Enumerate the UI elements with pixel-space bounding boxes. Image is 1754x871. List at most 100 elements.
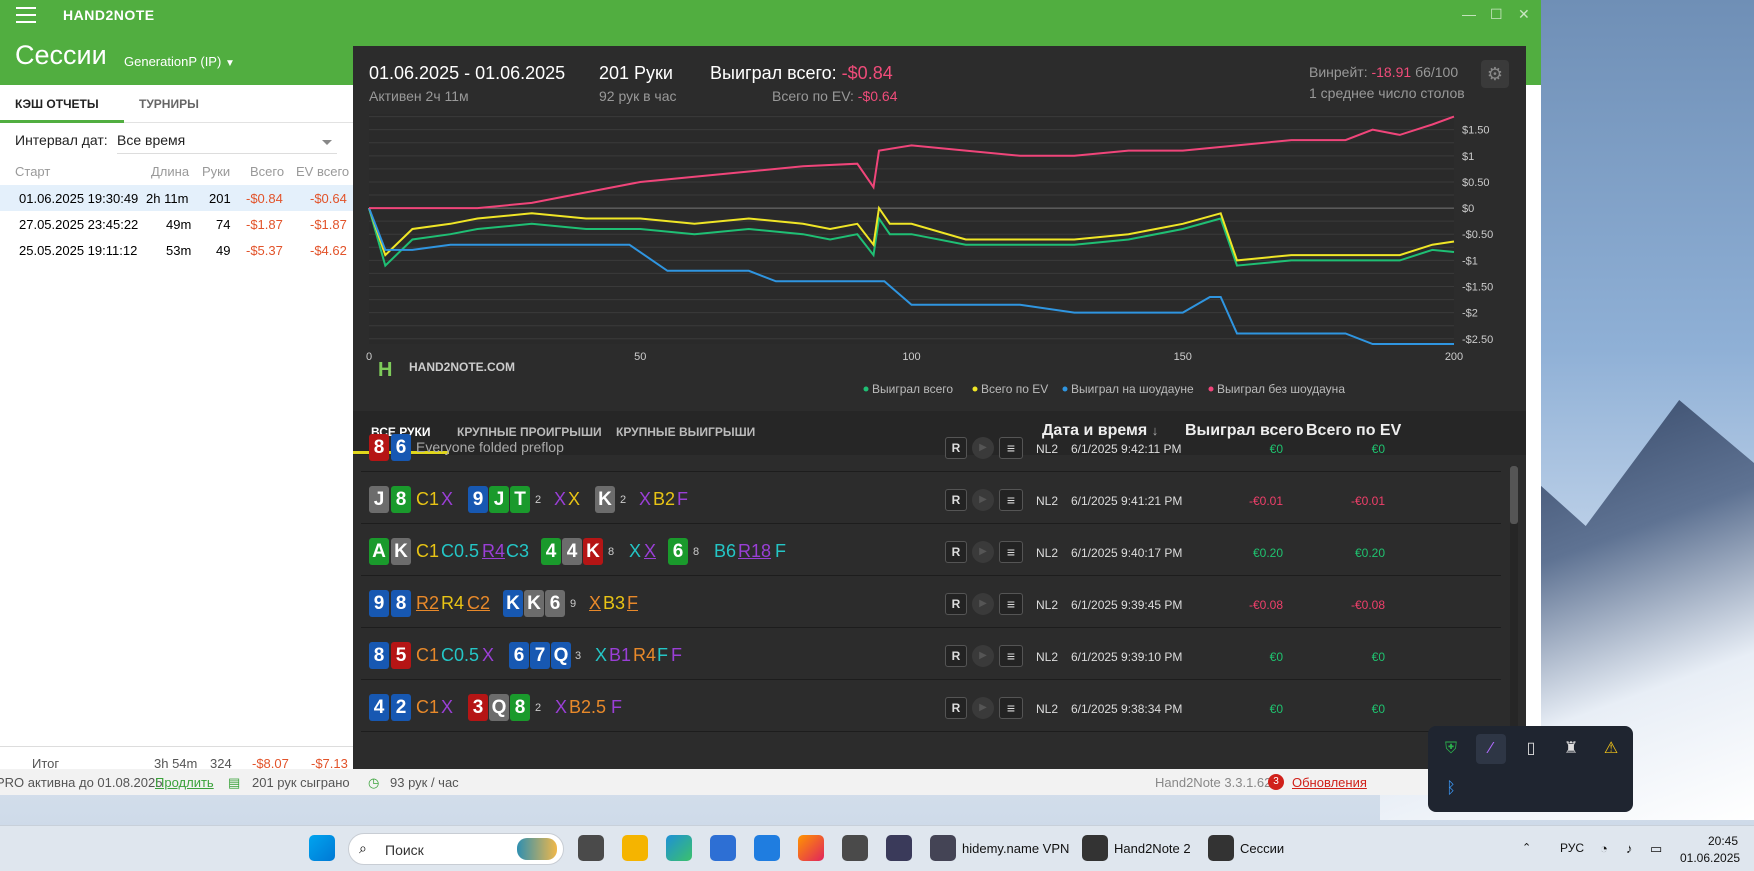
board-card: 6 <box>545 590 565 617</box>
windows-start-icon[interactable] <box>309 835 335 861</box>
play-icon[interactable]: ▶ <box>972 437 994 459</box>
x-tick-label: 150 <box>1174 351 1192 363</box>
col-start[interactable]: Старт <box>15 164 50 179</box>
hand-won: €0 <box>1269 650 1283 664</box>
hand-notes-icon[interactable]: ≡ <box>999 489 1023 511</box>
feather-icon[interactable]: ∕ <box>1476 734 1506 764</box>
replay-r-button[interactable]: R <box>945 593 967 615</box>
taskbar-app-hand2note[interactable]: Hand2Note 2 <box>1114 841 1191 856</box>
replay-r-button[interactable]: R <box>945 489 967 511</box>
updates-link[interactable]: Обновления <box>1292 775 1367 790</box>
shield-icon[interactable]: ⛨ <box>1436 734 1466 764</box>
col-hands[interactable]: Руки <box>202 164 230 179</box>
play-icon[interactable]: ▶ <box>972 593 994 615</box>
play-icon[interactable]: ▶ <box>972 645 994 667</box>
replay-r-button[interactable]: R <box>945 645 967 667</box>
hand-stake: NL2 <box>1036 442 1059 456</box>
extend-link[interactable]: Продлить <box>155 775 214 790</box>
session-start: 25.05.2025 19:11:12 <box>19 243 138 258</box>
tab-tournaments[interactable]: ТУРНИРЫ <box>139 97 199 111</box>
hand-date: 6/1/2025 9:38:34 PM <box>1071 702 1183 716</box>
board-size: 8 <box>608 546 615 558</box>
clock-date[interactable]: 01.06.2025 <box>1680 851 1740 865</box>
gear-icon[interactable]: ⚙ <box>1481 60 1509 88</box>
action-label: X <box>644 541 657 561</box>
volume-icon[interactable]: ♪ <box>1626 841 1633 856</box>
board-card: K <box>583 538 603 565</box>
action-label: F <box>627 593 638 613</box>
legend-dot <box>1062 386 1068 392</box>
play-icon[interactable]: ▶ <box>972 489 994 511</box>
bluetooth-icon[interactable]: ᛒ <box>1436 774 1466 804</box>
hand-notes-icon[interactable]: ≡ <box>999 593 1023 615</box>
session-row[interactable]: 01.06.2025 19:30:49 2h 11m 201 -$0.84 -$… <box>0 185 353 211</box>
legend-label: Выиграл без шоудауна <box>1217 382 1345 396</box>
usb-icon[interactable]: ▯ <box>1516 734 1546 764</box>
hand-notes-icon[interactable]: ≡ <box>999 437 1023 459</box>
vpn-app-icon[interactable] <box>930 835 956 861</box>
tool-icon[interactable] <box>842 835 868 861</box>
hand-notes-icon[interactable]: ≡ <box>999 541 1023 563</box>
taskbar-app-vpn[interactable]: hidemy.name VPN <box>962 841 1069 856</box>
scrollbar[interactable] <box>1510 466 1518 766</box>
hand-row[interactable]: 9 8 K K 6 9 R2 R4 C2 X B3 F R ▶ ≡ NL2 6/1/2025 9:39:45 P… <box>361 576 1501 628</box>
play-icon[interactable]: ▶ <box>972 541 994 563</box>
hand-row[interactable]: A K 4 4 K 6 8 8 C1 C0.5 R4 C3 X X B6 R18 F R ▶ ≡ NL2 6/1/2025… <box>361 524 1501 576</box>
clock-time[interactable]: 20:45 <box>1708 834 1738 848</box>
battery-icon[interactable]: ▭ <box>1650 841 1662 857</box>
printer-icon[interactable]: ♜ <box>1556 734 1586 764</box>
hand-row[interactable]: 4 2 3 Q 8 2 C1 X X B2.5 F R ▶ ≡ NL2 6/1/2025 9:38:34 PM… <box>361 680 1501 732</box>
hand-row[interactable]: 8 6 Everyone folded preflop R ▶ ≡ NL2 6/1/2025 … <box>361 420 1501 472</box>
hand-row[interactable]: J 8 9 J T K 2 2 C1 X X X X B2 F R ▶ ≡ NL2 6/1/2025 9:41:21 … <box>361 472 1501 524</box>
task-view-icon[interactable] <box>578 835 604 861</box>
minimize-icon[interactable]: — <box>1462 6 1476 22</box>
hand-row[interactable]: 8 5 6 7 Q 3 C1 C0.5 X X B1 R4 F F R ▶ ≡ NL2 6/1/2025 9:39:… <box>361 628 1501 680</box>
y-tick-label: -$1 <box>1462 255 1478 267</box>
interval-dropdown[interactable]: Все время <box>117 132 337 154</box>
hand-ev: -€0.01 <box>1350 494 1385 508</box>
notes-icon[interactable] <box>754 835 780 861</box>
replay-r-button[interactable]: R <box>945 541 967 563</box>
sessions-app-icon[interactable] <box>1208 835 1234 861</box>
board-card: 4 <box>541 538 561 565</box>
hand2note-app-icon[interactable] <box>1082 835 1108 861</box>
action-label: C0.5 <box>441 541 480 561</box>
col-length[interactable]: Длина <box>151 164 189 179</box>
winrate-value: -18.91 <box>1371 64 1412 80</box>
col-total[interactable]: Всего <box>250 164 284 179</box>
wifi-icon[interactable]: ◔ <box>1600 841 1608 856</box>
legend-label: Выиграл всего <box>872 382 953 396</box>
action-label: C0.5 <box>441 645 480 665</box>
replay-r-button[interactable]: R <box>945 697 967 719</box>
session-ev: -$0.64 <box>310 191 347 206</box>
play-icon[interactable]: ▶ <box>972 697 994 719</box>
board-card: 6 <box>509 642 529 669</box>
hand-notes-icon[interactable]: ≡ <box>999 697 1023 719</box>
session-row[interactable]: 25.05.2025 19:11:12 53m 49 -$5.37 -$4.62 <box>0 237 353 263</box>
media-player-icon[interactable] <box>886 835 912 861</box>
hand-notes-icon[interactable]: ≡ <box>999 645 1023 667</box>
hamburger-menu-icon[interactable] <box>16 7 36 23</box>
scrollbar-thumb[interactable] <box>1510 466 1518 524</box>
tray-chevron-up-icon[interactable]: ⌃ <box>1522 841 1531 854</box>
replay-r-button[interactable]: R <box>945 437 967 459</box>
language-indicator[interactable]: РУС <box>1560 841 1584 855</box>
col-ev-total[interactable]: EV всего <box>296 164 349 179</box>
tab-cash-reports[interactable]: КЭШ ОТЧЕТЫ <box>15 97 99 111</box>
firefox-icon[interactable] <box>798 835 824 861</box>
hole-card: J <box>369 486 389 513</box>
search-box[interactable]: ⌕ Поиск <box>348 833 564 865</box>
account-selector[interactable]: GenerationP (IP) ▼ <box>124 54 235 69</box>
defender-warning-icon[interactable]: ⚠ <box>1596 734 1626 764</box>
action-label: F <box>657 645 668 665</box>
session-hands: 49 <box>216 243 231 258</box>
close-icon[interactable]: ✕ <box>1518 6 1530 23</box>
file-explorer-icon[interactable] <box>622 835 648 861</box>
session-row[interactable]: 27.05.2025 23:45:22 49m 74 -$1.87 -$1.87 <box>0 211 353 237</box>
maximize-icon[interactable]: ☐ <box>1490 6 1503 23</box>
edge-icon[interactable] <box>666 835 692 861</box>
session-total: -$0.84 <box>246 191 283 206</box>
tray-overflow-popup: ⛨ ∕ ▯ ♜ ⚠ ᛒ <box>1428 726 1633 812</box>
store-icon[interactable] <box>710 835 736 861</box>
taskbar-app-sessions[interactable]: Сессии <box>1240 841 1284 856</box>
